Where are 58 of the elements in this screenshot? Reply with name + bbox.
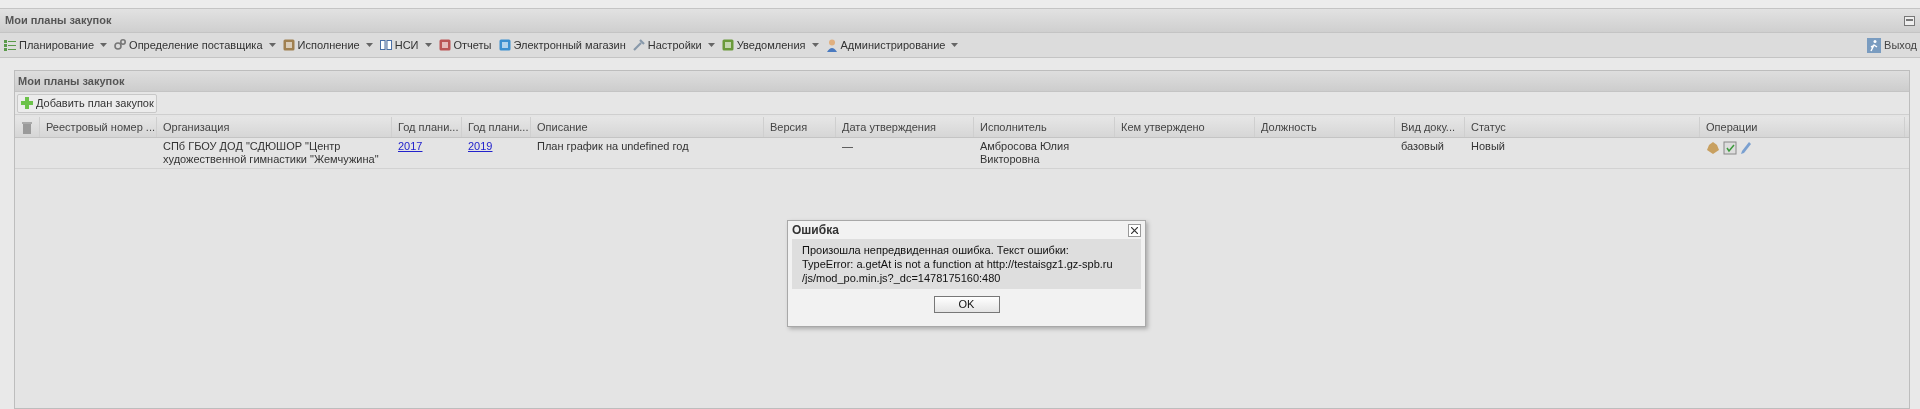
close-button[interactable] — [1128, 223, 1141, 237]
column-header[interactable]: Описание — [531, 117, 764, 137]
error-message: Произошла непредвиденная ошибка. Текст ошибки: TypeError: a.getAt is not a function at http://testaisgz1.gz-spb.ru /js/mod_po.min.js?_dc=1478175160:480 — [792, 239, 1141, 289]
plus-icon — [20, 96, 34, 110]
exit-icon — [1867, 37, 1882, 53]
trash-icon — [21, 120, 33, 134]
pencil-icon[interactable] — [1740, 141, 1752, 155]
column-header[interactable]: Год плани... — [392, 117, 462, 137]
column-header[interactable]: Исполнитель — [974, 117, 1115, 137]
caret-icon — [365, 43, 373, 47]
menu-item[interactable]: Администрирование — [824, 36, 959, 54]
menu-item[interactable]: НСИ — [378, 36, 432, 54]
column-header[interactable]: Операции — [1700, 117, 1905, 137]
menu-item[interactable]: Исполнение — [281, 36, 373, 54]
document-check-icon[interactable] — [1723, 141, 1737, 155]
table-row[interactable]: СПб ГБОУ ДОД "СДЮШОР "Центр художественной гимнастики "Жемчужина" 2017 2019 План график на undefined год — Амбросова Юлия Викторовна базовый Новый — [15, 138, 1909, 169]
menu-item[interactable]: Электронный магазин — [497, 36, 626, 54]
column-header[interactable]: Вид доку... — [1395, 117, 1465, 137]
caret-icon — [268, 43, 276, 47]
column-header[interactable]: Дата утверждения — [836, 117, 974, 137]
ok-button[interactable]: OK — [933, 296, 1000, 313]
table-cell: — — [842, 140, 853, 152]
user-icon — [824, 38, 839, 52]
menu-item[interactable]: Планирование — [3, 36, 108, 54]
table-cell: СПб ГБОУ ДОД "СДЮШОР "Центр художественной гимнастики "Жемчужина" — [163, 140, 379, 165]
column-header[interactable]: Реестровый номер ... — [40, 117, 157, 137]
exit-button[interactable]: Выход — [1867, 36, 1917, 54]
close-icon — [1131, 226, 1138, 234]
list-icon — [3, 38, 17, 52]
menu-item[interactable]: Уведомления — [720, 36, 819, 54]
caret-icon — [424, 43, 432, 47]
window-title: Мои планы закупок — [5, 13, 112, 29]
table-cell: базовый — [1401, 140, 1444, 152]
column-header[interactable]: Должность — [1255, 117, 1395, 137]
year-link[interactable]: 2019 — [468, 140, 493, 152]
year-link[interactable]: 2017 — [398, 140, 423, 152]
dialog-title: Ошибка — [792, 222, 839, 239]
caret-icon — [100, 43, 108, 47]
panel-title: Мои планы закупок — [18, 73, 125, 89]
column-header[interactable]: Статус — [1465, 117, 1700, 137]
wrench-icon — [631, 38, 646, 52]
column-header[interactable]: Версия — [764, 117, 836, 137]
table-cell: Амбросова Юлия Викторовна — [980, 140, 1070, 165]
caret-icon — [811, 43, 819, 47]
gears-icon — [113, 38, 128, 52]
menu-item[interactable]: Отчеты — [437, 36, 492, 54]
table-cell: Новый — [1471, 140, 1505, 152]
column-header[interactable]: Год плани... — [462, 117, 531, 137]
add-plan-button[interactable]: Добавить план закупок — [17, 93, 157, 113]
menu-item[interactable]: Определение поставщика — [113, 36, 276, 54]
caret-icon — [951, 43, 959, 47]
column-header[interactable]: Кем утверждено — [1115, 117, 1255, 137]
caret-icon — [707, 43, 715, 47]
menu-item[interactable]: Настройки — [631, 36, 715, 54]
column-header[interactable]: Организация — [157, 117, 392, 137]
table-cell: План график на undefined год — [537, 140, 689, 152]
collapse-icon — [1904, 15, 1915, 26]
book-icon — [378, 38, 393, 52]
